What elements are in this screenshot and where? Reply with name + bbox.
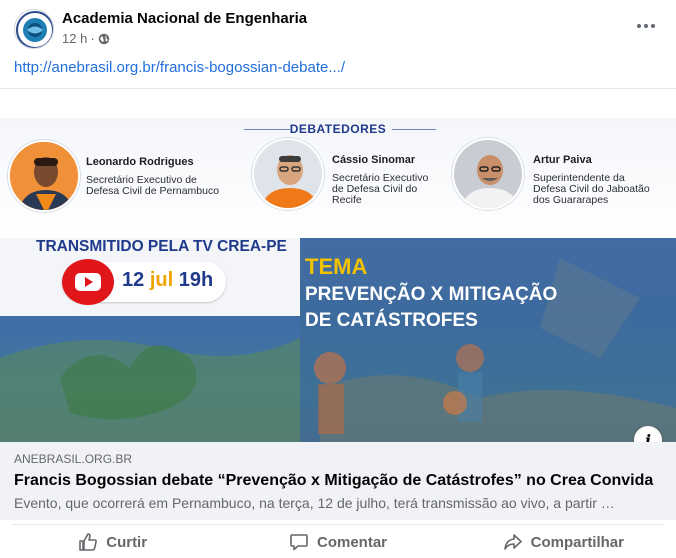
globe-icon: [98, 33, 109, 44]
theme-label: TEMA: [305, 254, 368, 279]
divider: [12, 524, 664, 525]
dot-icon: [651, 24, 655, 28]
event-day: 12: [122, 269, 145, 291]
page-name[interactable]: Academia Nacional de Engenharia: [62, 10, 307, 27]
share-label: Compartilhar: [530, 533, 624, 551]
person-icon: [454, 140, 522, 208]
speaker-photo: [8, 140, 80, 212]
speaker-name: Artur Paiva: [533, 154, 592, 166]
action-bar: Curtir Comentar Compartilhar: [0, 526, 676, 558]
link-title[interactable]: Francis Bogossian debate “Prevenção x Mi…: [14, 472, 653, 490]
meta-separator: ·: [90, 31, 95, 46]
share-icon: [503, 534, 522, 550]
event-date: 12 jul 19h: [122, 269, 213, 292]
share-button[interactable]: Compartilhar: [451, 526, 676, 558]
like-button[interactable]: Curtir: [0, 526, 225, 558]
speaker-name: Cássio Sinomar: [332, 154, 416, 166]
speaker-photo: [452, 138, 524, 210]
post-header: Academia Nacional de Engenharia 12 h ·: [0, 0, 676, 56]
person-icon: [10, 142, 78, 210]
theme-title-line1: PREVENÇÃO X MITIGAÇÃO: [305, 284, 558, 305]
event-time: 19h: [178, 269, 214, 291]
page-avatar[interactable]: [14, 9, 54, 49]
dot-icon: [644, 24, 648, 28]
dot-icon: [637, 24, 641, 28]
thumbs-up-icon: [79, 533, 98, 551]
post-time[interactable]: 12 h: [62, 31, 87, 46]
post-meta: 12 h ·: [62, 31, 110, 46]
comment-button[interactable]: Comentar: [225, 526, 450, 558]
speaker-photo: [252, 138, 324, 210]
speaker-role: dos Guararapes: [533, 194, 609, 206]
link-card[interactable]: ANEBRASIL.ORG.BR Francis Bogossian debat…: [0, 442, 676, 520]
divider: [0, 88, 676, 89]
post-link[interactable]: http://anebrasil.org.br/francis-bogossia…: [14, 59, 345, 76]
debaters-panel: DEBATEDORES Leonardo Rodrigues Secretári…: [0, 118, 676, 238]
speaker-role: Recife: [332, 194, 362, 206]
like-label: Curtir: [106, 533, 148, 551]
speaker-name: Leonardo Rodrigues: [86, 156, 194, 168]
theme-title-line2: DE CATÁSTROFES: [305, 310, 478, 331]
broadcast-label: TRANSMITIDO PELA TV CREA-PE: [36, 238, 287, 255]
speaker-role: Defesa Civil de Pernambuco: [86, 185, 220, 197]
link-domain: ANEBRASIL.ORG.BR: [14, 452, 133, 466]
link-description: Evento, que ocorrerá em Pernambuco, na t…: [14, 495, 615, 511]
debaters-title: DEBATEDORES: [289, 122, 387, 136]
more-options-button[interactable]: [630, 14, 662, 38]
person-icon: [254, 140, 322, 208]
play-icon: [75, 273, 101, 291]
comment-icon: [290, 534, 308, 551]
event-month: jul: [149, 269, 174, 291]
link-preview-image[interactable]: DEBATEDORES Leonardo Rodrigues Secretári…: [0, 118, 676, 442]
comment-label: Comentar: [316, 533, 387, 551]
youtube-icon: [62, 259, 114, 305]
ane-logo-icon: [16, 11, 53, 48]
